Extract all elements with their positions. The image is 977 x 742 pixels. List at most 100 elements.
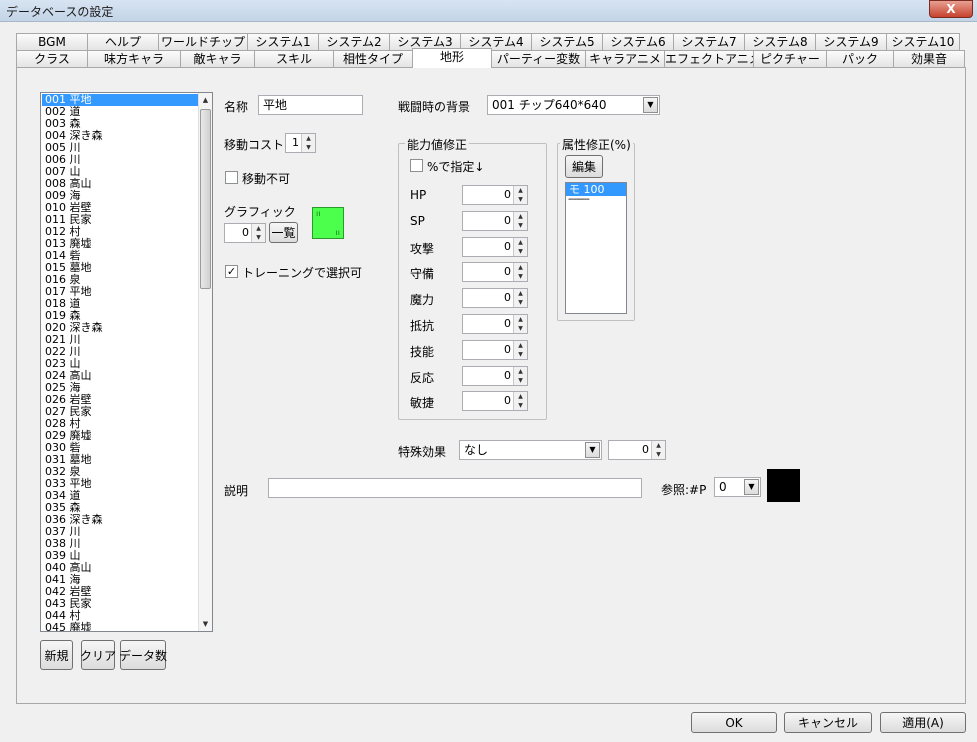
new-button[interactable]: 新規 — [40, 640, 73, 670]
tab-r2-8[interactable]: エフェクトアニメ — [664, 50, 754, 67]
chevron-down-icon[interactable]: ▼ — [744, 479, 759, 495]
stat-label: 守備 — [410, 267, 435, 282]
tab-r1-11[interactable]: システム9 — [815, 33, 887, 50]
spin-down-icon[interactable]: ▼ — [302, 143, 315, 152]
ref-color-swatch[interactable] — [767, 469, 800, 502]
list-item[interactable]: 045 廃墟 — [42, 622, 198, 632]
spin-up-icon[interactable]: ▲ — [514, 212, 527, 221]
spin-up-icon[interactable]: ▲ — [302, 134, 315, 143]
graphic-list-button[interactable]: 一覧 — [269, 222, 298, 243]
tab-r1-4[interactable]: システム2 — [318, 33, 390, 50]
spin-down-icon[interactable]: ▼ — [514, 272, 527, 281]
spin-up-icon[interactable]: ▲ — [514, 263, 527, 272]
name-input[interactable]: 平地 — [258, 95, 363, 115]
graphic-stepper[interactable]: 0 ▲ ▼ — [224, 223, 266, 243]
spin-up-icon[interactable]: ▲ — [252, 224, 265, 233]
training-label: トレーニングで選択可 — [242, 266, 363, 280]
close-button[interactable]: X — [929, 0, 973, 18]
tab-r2-2[interactable]: 敵キャラ — [180, 50, 255, 67]
stat-stepper[interactable]: 0 ▲ ▼ — [462, 210, 528, 231]
attribute-edit-button[interactable]: 編集 — [565, 155, 603, 178]
tab-r1-8[interactable]: システム6 — [602, 33, 674, 50]
no-move-checkbox[interactable] — [225, 171, 238, 184]
spin-up-icon[interactable]: ▲ — [514, 315, 527, 324]
stat-stepper[interactable]: 0 ▲ ▼ — [462, 236, 528, 257]
chevron-down-icon[interactable]: ▼ — [585, 442, 600, 458]
description-input[interactable] — [268, 478, 642, 498]
stat-value: 0 — [504, 188, 511, 201]
tab-r2-4[interactable]: 相性タイプ — [333, 50, 413, 67]
spin-down-icon[interactable]: ▼ — [514, 298, 527, 307]
graphic-mark: ıı — [335, 228, 340, 237]
tab-r2-11[interactable]: 効果音 — [893, 50, 965, 67]
tab-r2-7[interactable]: キャラアニメ — [585, 50, 665, 67]
scroll-down-icon[interactable]: ▼ — [199, 617, 212, 631]
attribute-list[interactable]: モ 100 -------- — [565, 182, 627, 314]
spin-up-icon[interactable]: ▲ — [514, 186, 527, 195]
spin-down-icon[interactable]: ▼ — [514, 221, 527, 230]
attribute-item[interactable]: -------- — [566, 195, 626, 205]
tab-r1-3[interactable]: システム1 — [247, 33, 319, 50]
clear-button[interactable]: クリア — [80, 640, 116, 670]
stat-stepper[interactable]: 0 ▲ ▼ — [462, 262, 528, 283]
move-cost-stepper[interactable]: 1 ▲ ▼ — [285, 133, 316, 153]
tab-r2-3[interactable]: スキル — [254, 50, 334, 67]
tab-r2-6[interactable]: パーティー変数 — [491, 50, 586, 67]
spin-down-icon[interactable]: ▼ — [514, 195, 527, 204]
tab-r2-0[interactable]: クラス — [16, 50, 88, 67]
stat-stepper[interactable]: 0 ▲ ▼ — [462, 314, 528, 334]
stat-stepper[interactable]: 0 ▲ ▼ — [462, 365, 528, 386]
tab-r1-10[interactable]: システム8 — [744, 33, 816, 50]
window-title: データベースの設定 — [6, 5, 114, 19]
tab-r2-1[interactable]: 味方キャラ — [87, 50, 181, 67]
data-count-button[interactable]: データ数 — [119, 640, 167, 670]
spin-up-icon[interactable]: ▲ — [514, 367, 527, 376]
spin-up-icon[interactable]: ▲ — [514, 289, 527, 298]
spin-up-icon[interactable]: ▲ — [514, 392, 527, 401]
terrain-list[interactable]: 001 平地 002 道 003 森 004 深き森 005 川 006 川 007 山 00… — [40, 92, 213, 632]
battle-bg-select[interactable]: 001 チップ640*640 ▼ — [487, 95, 660, 115]
stat-stepper[interactable]: 0 ▲ ▼ — [462, 391, 528, 412]
tab-r1-1[interactable]: ヘルプ — [87, 33, 159, 50]
scroll-thumb[interactable] — [200, 109, 211, 289]
apply-button[interactable]: 適用(A) — [880, 712, 966, 733]
special-select[interactable]: なし ▼ — [459, 440, 602, 460]
list-scrollbar[interactable]: ▲ ▼ — [198, 93, 212, 631]
spin-down-icon[interactable]: ▼ — [514, 350, 527, 359]
tab-r2-10[interactable]: パック — [826, 50, 894, 67]
tab-r2-5[interactable]: 地形 — [412, 48, 492, 68]
spin-down-icon[interactable]: ▼ — [652, 450, 665, 459]
ref-select[interactable]: 0 ▼ — [714, 477, 761, 497]
stat-value: 0 — [504, 265, 511, 279]
special-stepper[interactable]: 0 ▲ ▼ — [608, 440, 666, 460]
stat-label: 攻撃 — [410, 241, 435, 256]
stat-stepper[interactable]: 0 ▲ ▼ — [462, 339, 528, 360]
spin-down-icon[interactable]: ▼ — [514, 324, 527, 333]
spin-up-icon[interactable]: ▲ — [514, 341, 527, 350]
spin-down-icon[interactable]: ▼ — [514, 376, 527, 385]
cancel-button[interactable]: キャンセル — [784, 712, 872, 733]
training-checkbox[interactable]: ✓ — [225, 265, 238, 278]
spin-down-icon[interactable]: ▼ — [514, 247, 527, 256]
spin-up-icon[interactable]: ▲ — [652, 441, 665, 450]
move-cost-value: 1 — [292, 136, 299, 149]
spin-up-icon[interactable]: ▲ — [514, 238, 527, 247]
graphic-preview[interactable]: ıı ıı — [312, 207, 344, 239]
tab-r2-9[interactable]: ピクチャー — [753, 50, 827, 67]
stat-stepper[interactable]: 0 ▲ ▼ — [462, 288, 528, 309]
scroll-up-icon[interactable]: ▲ — [199, 93, 212, 107]
chevron-down-icon[interactable]: ▼ — [643, 97, 658, 113]
percent-checkbox[interactable] — [410, 159, 423, 172]
spin-down-icon[interactable]: ▼ — [252, 233, 265, 242]
stat-value: 0 — [504, 213, 511, 227]
spin-down-icon[interactable]: ▼ — [514, 401, 527, 410]
stat-stepper[interactable]: 0 ▲ ▼ — [462, 185, 528, 205]
battle-bg-label: 戦闘時の背景 — [398, 100, 471, 114]
stat-label: SP — [410, 213, 425, 228]
tab-r1-2[interactable]: ワールドチップ — [158, 33, 248, 50]
tab-r1-0[interactable]: BGM — [16, 33, 88, 50]
ok-button[interactable]: OK — [691, 712, 777, 733]
tab-r1-12[interactable]: システム10 — [886, 33, 960, 50]
tab-r1-7[interactable]: システム5 — [531, 33, 603, 50]
tab-r1-9[interactable]: システム7 — [673, 33, 745, 50]
